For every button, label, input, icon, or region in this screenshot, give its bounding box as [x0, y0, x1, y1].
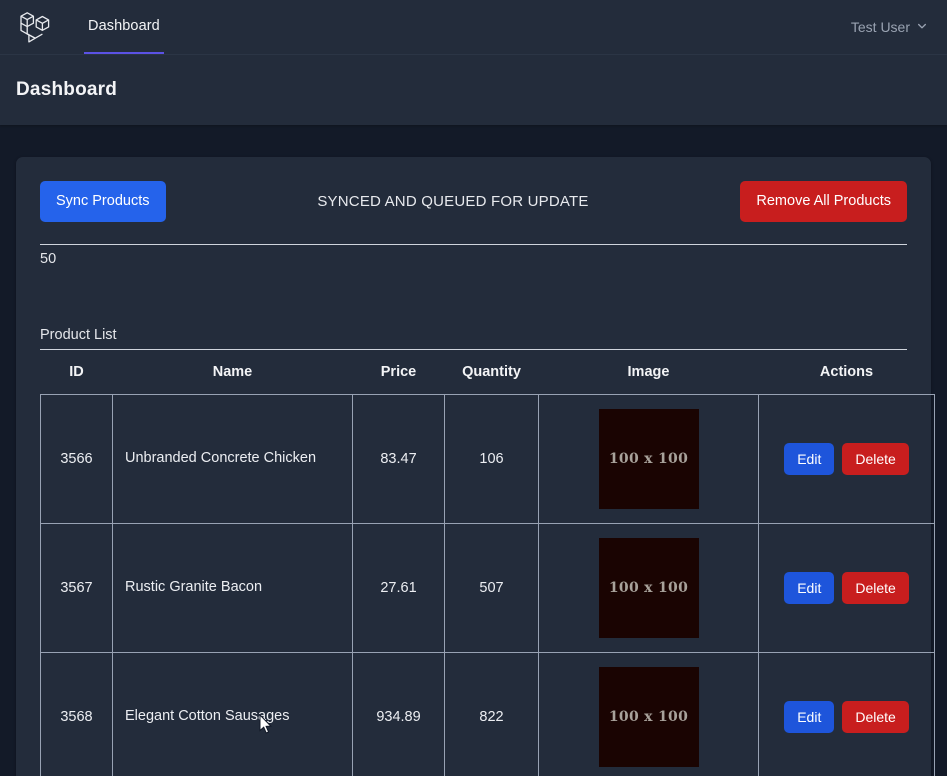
top-navbar: Dashboard Test User: [0, 0, 947, 55]
chevron-down-icon: [917, 21, 927, 31]
row-actions: Edit Delete: [771, 571, 922, 604]
sync-status-text: SYNCED AND QUEUED FOR UPDATE: [317, 192, 589, 210]
column-header-price: Price: [380, 363, 417, 380]
row-actions: Edit Delete: [771, 700, 922, 733]
product-image-placeholder: 100 x 100: [598, 537, 699, 638]
edit-button[interactable]: Edit: [784, 571, 835, 604]
nav-link-dashboard-label: Dashboard: [88, 18, 160, 34]
navbar-links: Dashboard: [68, 0, 164, 54]
table-cell-name: Unbranded Concrete Chicken: [112, 393, 353, 524]
user-menu-button[interactable]: Test User: [851, 19, 927, 35]
table-cell-actions: Edit Delete: [758, 651, 935, 776]
delete-button[interactable]: Delete: [842, 571, 909, 604]
navbar-left: Dashboard: [0, 0, 164, 54]
edit-button[interactable]: Edit: [784, 442, 835, 475]
products-card: Sync Products SYNCED AND QUEUED FOR UPDA…: [16, 157, 935, 776]
products-table: ID Name Price Quantity Image Actions 356…: [40, 350, 935, 776]
table-row: 3566 Unbranded Concrete Chicken 83.47 106 10…: [40, 393, 935, 524]
products-table-body: 3566 Unbranded Concrete Chicken 83.47 106 10…: [40, 393, 935, 776]
page-header: Dashboard: [0, 55, 947, 125]
main-content: Sync Products SYNCED AND QUEUED FOR UPDA…: [0, 125, 947, 776]
table-cell-quantity: 507: [444, 522, 539, 653]
column-header-name: Name: [212, 363, 253, 380]
table-cell-name: Elegant Cotton Sausages: [112, 651, 353, 776]
table-cell-quantity: 822: [444, 651, 539, 776]
nav-link-dashboard[interactable]: Dashboard: [84, 0, 164, 54]
products-toolbar: Sync Products SYNCED AND QUEUED FOR UPDA…: [40, 181, 907, 222]
table-cell-image: 100 x 100: [538, 522, 759, 653]
page-title: Dashboard: [16, 79, 118, 100]
table-cell-image: 100 x 100: [538, 393, 759, 524]
sync-products-button[interactable]: Sync Products: [40, 181, 166, 222]
table-cell-id: 3568: [40, 651, 113, 776]
table-cell-price: 83.47: [352, 393, 445, 524]
table-row: 3568 Elegant Cotton Sausages 934.89 822 100 …: [40, 651, 935, 776]
table-row: 3567 Rustic Granite Bacon 27.61 507 100 x 10…: [40, 522, 935, 653]
product-image-placeholder: 100 x 100: [598, 408, 699, 509]
delete-button[interactable]: Delete: [842, 700, 909, 733]
table-cell-id: 3567: [40, 522, 113, 653]
table-cell-actions: Edit Delete: [758, 522, 935, 653]
product-image-placeholder: 100 x 100: [598, 666, 699, 767]
column-header-quantity: Quantity: [462, 363, 521, 380]
table-cell-actions: Edit Delete: [758, 393, 935, 524]
table-cell-price: 934.89: [352, 651, 445, 776]
remove-all-products-button[interactable]: Remove All Products: [740, 181, 907, 222]
column-header-image: Image: [627, 363, 670, 380]
column-header-actions: Actions: [819, 363, 874, 380]
product-count: 50: [40, 250, 57, 267]
table-cell-quantity: 106: [444, 393, 539, 524]
delete-button[interactable]: Delete: [842, 442, 909, 475]
table-header-row: ID Name Price Quantity Image Actions: [41, 350, 935, 395]
product-list-title: Product List: [40, 326, 117, 343]
edit-button[interactable]: Edit: [784, 700, 835, 733]
laravel-logo-glyph: [20, 12, 50, 43]
table-cell-name: Rustic Granite Bacon: [112, 522, 353, 653]
table-cell-id: 3566: [40, 393, 113, 524]
table-cell-price: 27.61: [352, 522, 445, 653]
row-actions: Edit Delete: [771, 442, 922, 475]
laravel-logo-icon[interactable]: [0, 0, 68, 54]
navbar-right: Test User: [851, 0, 947, 54]
table-cell-image: 100 x 100: [538, 651, 759, 776]
user-menu-label: Test User: [850, 19, 910, 35]
products-table-head: ID Name Price Quantity Image Actions: [41, 350, 935, 395]
column-header-id: ID: [69, 363, 84, 380]
